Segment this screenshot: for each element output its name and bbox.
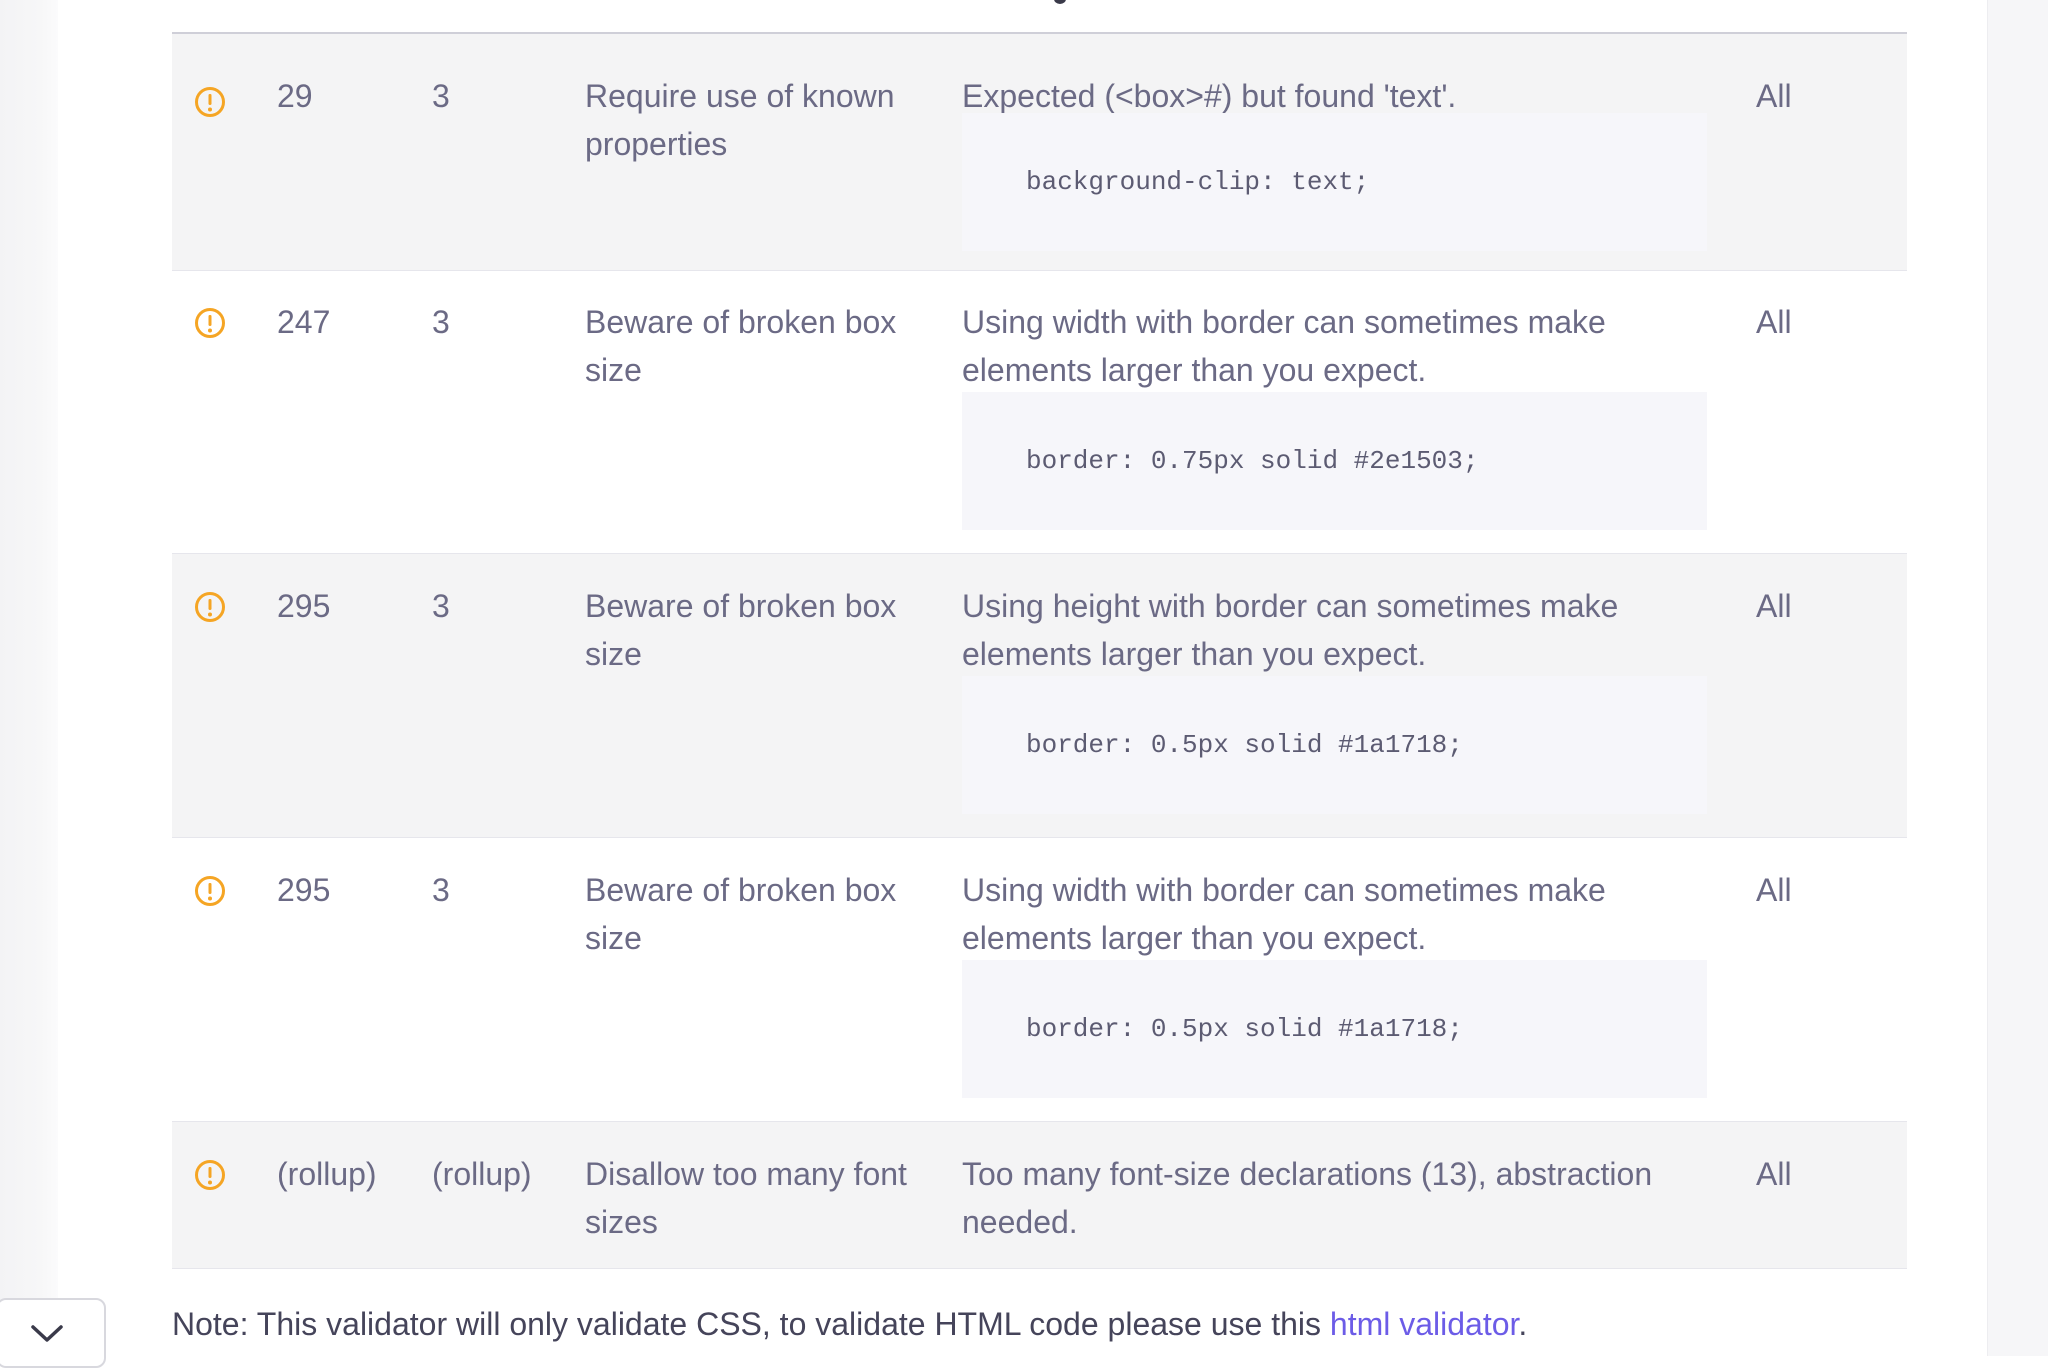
message-text: Using width with border can sometimes ma… — [962, 304, 1606, 388]
table-row: 247 3 Beware of broken box size Using wi… — [172, 271, 1907, 554]
column-number: 3 — [432, 78, 450, 114]
media-value: All — [1756, 872, 1792, 908]
line-number: 29 — [277, 78, 313, 114]
rule-name: Require use of known properties — [585, 78, 895, 162]
table-row: 295 3 Beware of broken box size Using he… — [172, 554, 1907, 838]
warning-icon — [194, 591, 226, 623]
rule-name: Beware of broken box size — [585, 304, 897, 388]
media-value: All — [1756, 588, 1792, 624]
line-number: 247 — [277, 304, 331, 340]
cropped-heading-fragment — [1054, 0, 1066, 4]
column-number: 3 — [432, 588, 450, 624]
code-snippet: border: 0.5px solid #1a1718; — [962, 960, 1707, 1098]
left-gutter — [0, 0, 58, 1356]
message-text: Using width with border can sometimes ma… — [962, 872, 1606, 956]
note-suffix: . — [1518, 1306, 1528, 1342]
line-number: 295 — [277, 872, 331, 908]
table-row: 295 3 Beware of broken box size Using wi… — [172, 838, 1907, 1122]
validation-results-table: 29 3 Require use of known properties Exp… — [172, 32, 1907, 1269]
html-validator-link[interactable]: html validator — [1330, 1306, 1519, 1342]
scrollbar-track[interactable] — [1987, 0, 2048, 1356]
validator-note: Note: This validator will only validate … — [172, 1300, 1527, 1348]
table-row: 29 3 Require use of known properties Exp… — [172, 34, 1907, 271]
rule-name: Beware of broken box size — [585, 588, 897, 672]
code-snippet: border: 0.75px solid #2e1503; — [962, 392, 1707, 530]
chevron-down-icon — [31, 1325, 63, 1342]
line-number: (rollup) — [277, 1156, 377, 1192]
warning-icon — [194, 86, 226, 118]
media-value: All — [1756, 304, 1792, 340]
warning-icon — [194, 875, 226, 907]
column-number: 3 — [432, 304, 450, 340]
rule-name: Disallow too many font sizes — [585, 1156, 907, 1240]
column-number: 3 — [432, 872, 450, 908]
collapse-toggle-button[interactable] — [0, 1298, 106, 1368]
note-text: Note: This validator will only validate … — [172, 1306, 1330, 1342]
warning-icon — [194, 1159, 226, 1191]
code-snippet: background-clip: text; — [962, 113, 1707, 251]
warning-icon — [194, 307, 226, 339]
message-text: Too many font-size declarations (13), ab… — [962, 1156, 1653, 1240]
table-row: (rollup) (rollup) Disallow too many font… — [172, 1122, 1907, 1269]
column-number: (rollup) — [432, 1156, 532, 1192]
rule-name: Beware of broken box size — [585, 872, 897, 956]
media-value: All — [1756, 1156, 1792, 1192]
code-snippet: border: 0.5px solid #1a1718; — [962, 676, 1707, 814]
line-number: 295 — [277, 588, 331, 624]
message-text: Using height with border can sometimes m… — [962, 588, 1619, 672]
media-value: All — [1756, 78, 1792, 114]
